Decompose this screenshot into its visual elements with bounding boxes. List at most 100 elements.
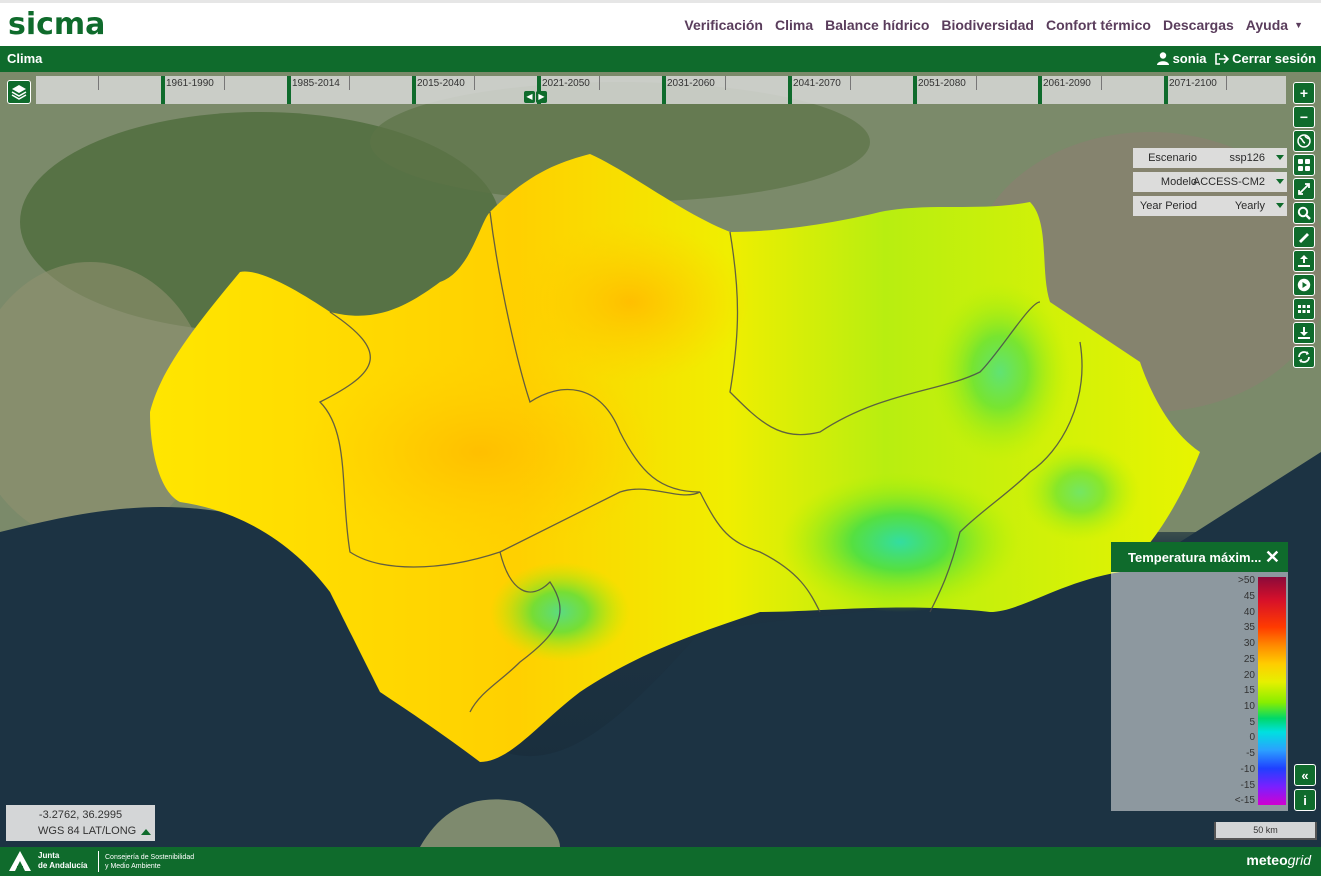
legend-label: 5 (1249, 717, 1255, 728)
timeline-tick (662, 76, 666, 104)
org-line2: de Andalucía (38, 861, 88, 870)
user-link[interactable]: sonia (1156, 51, 1207, 66)
legend-label: 10 (1243, 701, 1255, 712)
user-icon (1156, 52, 1169, 65)
nav-biodiversidad[interactable]: Biodiversidad (941, 17, 1034, 33)
brand-b: grid (1287, 852, 1311, 868)
section-bar: Clima sonia Cerrar sesión (0, 46, 1321, 72)
legend-label: <-15 (1234, 795, 1255, 806)
modelo-select[interactable]: Modelo ACCESS-CM2 (1133, 172, 1287, 192)
close-icon[interactable]: ✕ (1265, 547, 1280, 568)
period-2051-2080[interactable]: 2051-2080 (918, 78, 966, 89)
layers-button[interactable] (7, 80, 31, 104)
timeline-tick (287, 76, 291, 104)
period-2015-2040[interactable]: 2015-2040 (417, 78, 465, 89)
legend-label: -10 (1240, 764, 1255, 775)
period-2061-2090[interactable]: 2061-2090 (1043, 78, 1091, 89)
nav-verificacion[interactable]: Verificación (684, 17, 763, 33)
logout-label: Cerrar sesión (1232, 51, 1316, 66)
zoom-out-icon[interactable]: − (1293, 106, 1315, 128)
timeline-tick (788, 76, 792, 104)
escenario-label: Escenario (1148, 152, 1197, 164)
logout-icon (1214, 53, 1229, 65)
year-period-select[interactable]: Year Period Yearly (1133, 196, 1287, 216)
period-1961-1990[interactable]: 1961-1990 (166, 78, 214, 89)
timeline-minor-tick (98, 76, 99, 90)
grid-icon[interactable] (1293, 154, 1315, 176)
nav-confort-termico[interactable]: Confort térmico (1046, 17, 1151, 33)
coordinate-readout[interactable]: -3.2762, 36.2995 WGS 84 LAT/LONG (6, 805, 155, 841)
year-period-label: Year Period (1139, 200, 1197, 212)
nav-ayuda[interactable]: Ayuda ▼ (1246, 17, 1303, 33)
brand-a: meteo (1246, 852, 1288, 868)
info-icon[interactable]: i (1294, 789, 1316, 811)
download-icon[interactable] (1293, 322, 1315, 344)
modelo-label: Modelo (1160, 176, 1197, 188)
period-2021-2050[interactable]: 2021-2050 (542, 78, 590, 89)
period-2071-2100[interactable]: 2071-2100 (1169, 78, 1217, 89)
legend-label: -5 (1246, 748, 1255, 759)
legend-label: >50 (1238, 575, 1255, 586)
modelo-value: ACCESS-CM2 (1192, 176, 1265, 188)
map-canvas[interactable]: 1961-1990 1985-2014 2015-2040 2021-2050 … (0, 72, 1321, 847)
refresh-icon[interactable] (1293, 346, 1315, 368)
timeline-minor-tick (224, 76, 225, 90)
timeline-tick (913, 76, 917, 104)
legend-color-ramp (1258, 577, 1286, 805)
zoom-in-icon[interactable]: + (1293, 82, 1315, 104)
app-logo[interactable]: sicma (8, 7, 105, 42)
upload-icon[interactable] (1293, 250, 1315, 272)
period-2031-2060[interactable]: 2031-2060 (667, 78, 715, 89)
escenario-select[interactable]: Escenario ssp126 (1133, 148, 1287, 168)
dots-icon[interactable] (1293, 298, 1315, 320)
parameter-selectors: Escenario ssp126 Modelo ACCESS-CM2 Year … (1133, 148, 1287, 216)
timeline-minor-tick (474, 76, 475, 90)
legend-label: 45 (1243, 591, 1255, 602)
caret-down-icon (1276, 203, 1284, 208)
period-timeline[interactable]: 1961-1990 1985-2014 2015-2040 2021-2050 … (36, 76, 1286, 104)
logout-link[interactable]: Cerrar sesión (1214, 51, 1316, 66)
timeline-tick (412, 76, 416, 104)
expand-icon[interactable] (1293, 178, 1315, 200)
play-icon[interactable] (1293, 274, 1315, 296)
zoom-search-icon[interactable] (1293, 202, 1315, 224)
timeline-tick (161, 76, 165, 104)
legend-label: 30 (1243, 638, 1255, 649)
user-area: sonia Cerrar sesión (1156, 51, 1316, 66)
map-toolbar: + − (1293, 82, 1315, 368)
main-menu: Verificación Clima Balance hídrico Biodi… (684, 17, 1303, 33)
nav-balance-hidrico[interactable]: Balance hídrico (825, 17, 929, 33)
footer-divider (98, 851, 99, 872)
timeline-minor-tick (850, 76, 851, 90)
caret-down-icon (1276, 155, 1284, 160)
year-period-value: Yearly (1234, 200, 1265, 212)
timeline-minor-tick (1101, 76, 1102, 90)
chevron-right-icon[interactable]: ▶ (536, 91, 547, 103)
legend-label: 35 (1243, 622, 1255, 633)
ruler-icon[interactable] (1293, 226, 1315, 248)
caret-up-icon[interactable] (141, 829, 151, 835)
period-1985-2014[interactable]: 1985-2014 (292, 78, 340, 89)
globe-icon[interactable] (1293, 130, 1315, 152)
timeline-tick (1038, 76, 1042, 104)
legend-label: 15 (1243, 685, 1255, 696)
legend-panel: Temperatura máxim... ✕ >50 45 40 35 30 2… (1111, 542, 1288, 811)
timeline-minor-tick (725, 76, 726, 90)
crs-label: WGS 84 LAT/LONG (38, 825, 137, 837)
nav-clima[interactable]: Clima (775, 17, 813, 33)
chevron-left-icon[interactable]: ◀ (524, 91, 535, 103)
timeline-minor-tick (1226, 76, 1227, 90)
nav-descargas[interactable]: Descargas (1163, 17, 1234, 33)
collapse-panel-icon[interactable]: « (1294, 764, 1316, 786)
junta-logo[interactable]: Junta de Andalucía (8, 850, 88, 872)
meteogrid-logo[interactable]: meteogrid (1246, 852, 1311, 868)
side-buttons: « i (1294, 764, 1316, 811)
escenario-value: ssp126 (1229, 152, 1265, 164)
dept-line1: Consejería de Sostenibilidad (105, 854, 195, 861)
section-title: Clima (7, 51, 43, 66)
username: sonia (1172, 51, 1207, 66)
footer: Junta de Andalucía Consejería de Sosteni… (0, 847, 1321, 876)
top-nav: sicma Verificación Clima Balance hídrico… (0, 0, 1321, 46)
caret-down-icon (1276, 179, 1284, 184)
period-2041-2070[interactable]: 2041-2070 (793, 78, 841, 89)
